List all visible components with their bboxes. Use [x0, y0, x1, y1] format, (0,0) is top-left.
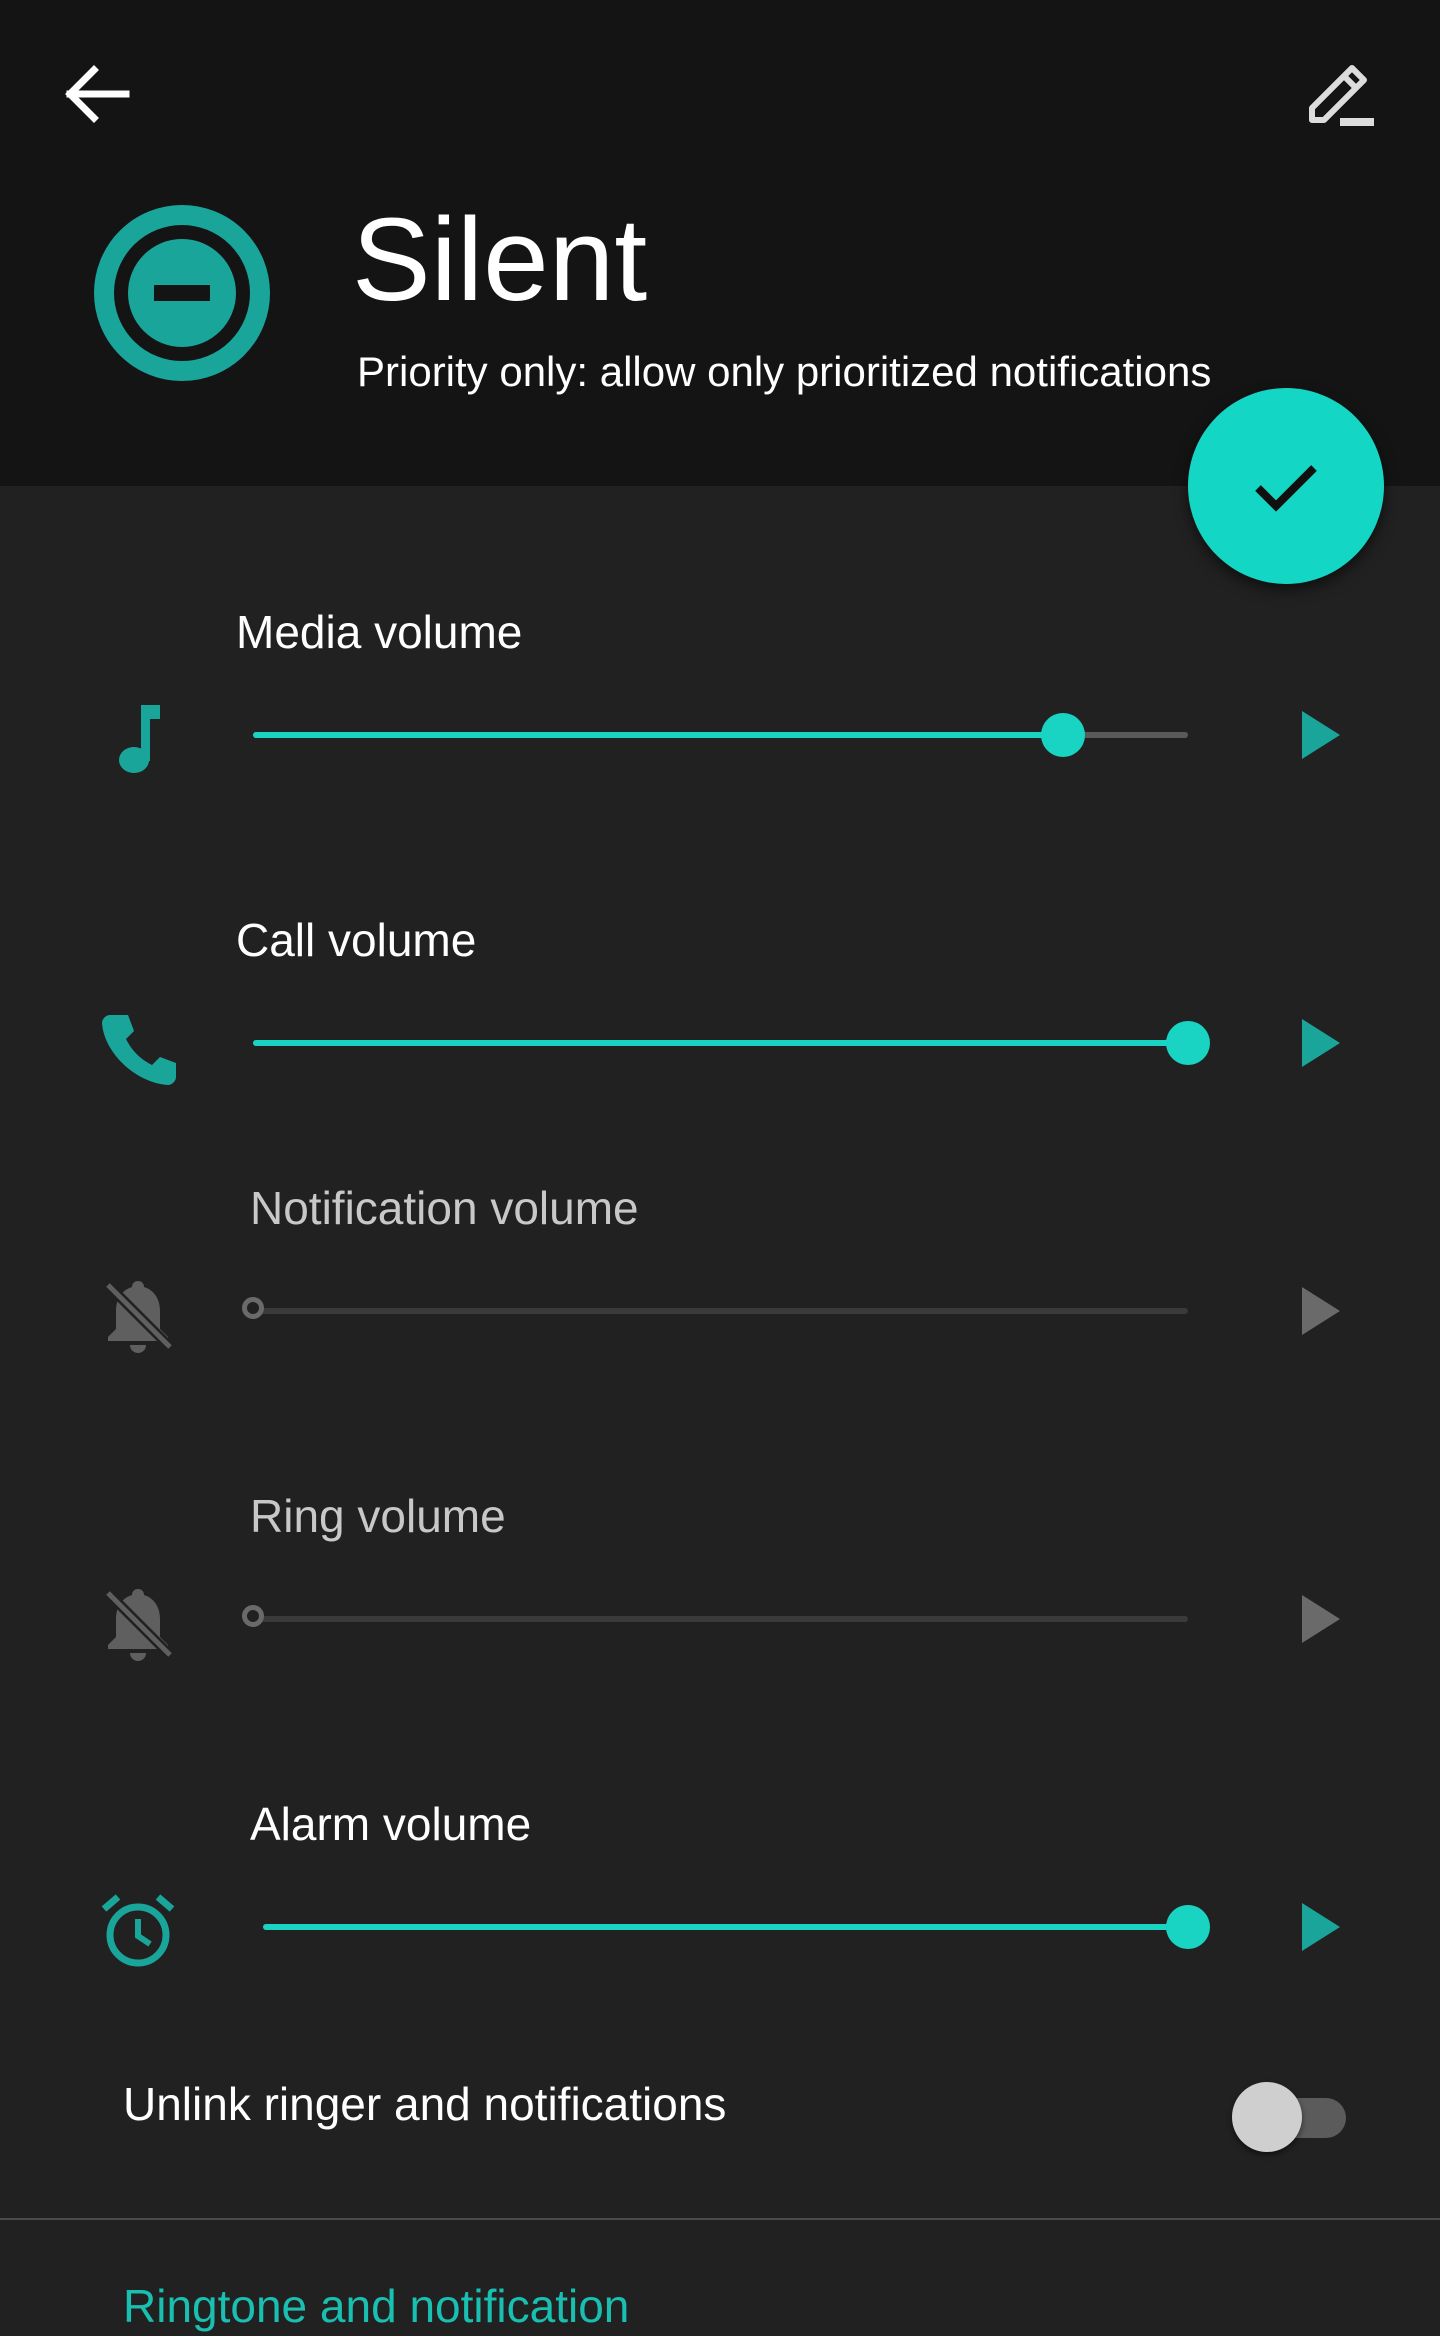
play-button[interactable]	[1290, 697, 1350, 773]
play-icon	[1302, 1595, 1340, 1643]
slider-thumb[interactable]	[1166, 1905, 1210, 1949]
edit-button[interactable]	[1300, 56, 1386, 136]
play-button[interactable]	[1290, 1273, 1350, 1349]
unlink-ringer-row[interactable]: Unlink ringer and notifications	[0, 2060, 1440, 2160]
volume-slider[interactable]	[263, 1905, 1210, 1949]
music-note-icon	[96, 697, 180, 781]
volume-row-alarm: Alarm volume	[0, 1794, 1440, 2014]
unlink-ringer-switch[interactable]	[1232, 2082, 1348, 2152]
alarm-icon	[96, 1889, 180, 1973]
volume-slider[interactable]	[242, 1297, 1188, 1319]
volume-label: Notification volume	[250, 1182, 639, 1234]
slider-fill	[263, 1924, 1188, 1930]
profile-subtitle: Priority only: allow only prioritized no…	[357, 348, 1212, 395]
profile-title: Silent	[352, 194, 648, 326]
switch-thumb	[1232, 2082, 1302, 2152]
unlink-ringer-label: Unlink ringer and notifications	[123, 2078, 727, 2130]
volume-label: Ring volume	[250, 1490, 506, 1542]
back-button[interactable]	[56, 54, 136, 134]
slider-fill	[253, 732, 1063, 738]
volume-label: Call volume	[236, 914, 477, 966]
slider-thumb[interactable]	[242, 1297, 264, 1319]
play-button[interactable]	[1290, 1005, 1350, 1081]
volume-label: Media volume	[236, 606, 523, 658]
play-icon	[1302, 1019, 1340, 1067]
play-icon	[1302, 711, 1340, 759]
notifications-off-icon	[96, 1581, 180, 1665]
slider-thumb[interactable]	[242, 1605, 264, 1627]
phone-icon	[96, 1005, 180, 1089]
volume-row-notification: Notification volume	[0, 1178, 1440, 1398]
volume-row-ring: Ring volume	[0, 1486, 1440, 1706]
play-button[interactable]	[1290, 1581, 1350, 1657]
arrow-back-icon	[65, 65, 130, 123]
volume-row-media: Media volume	[0, 602, 1440, 822]
play-icon	[1302, 1903, 1340, 1951]
slider-thumb[interactable]	[1166, 1021, 1210, 1065]
volume-slider[interactable]	[253, 1021, 1210, 1065]
volume-slider[interactable]	[242, 1605, 1188, 1627]
edit-pencil-icon	[1309, 65, 1374, 126]
volume-label: Alarm volume	[250, 1798, 532, 1850]
section-header-ringtone: Ringtone and notification	[123, 2280, 630, 2332]
notifications-off-icon	[96, 1273, 180, 1357]
divider	[0, 2218, 1440, 2220]
slider-thumb[interactable]	[1040, 713, 1085, 757]
check-icon	[1255, 465, 1317, 512]
do-not-disturb-icon	[92, 203, 272, 383]
play-icon	[1302, 1287, 1340, 1335]
slider-fill	[253, 1040, 1188, 1046]
volume-row-call: Call volume	[0, 910, 1440, 1130]
play-button[interactable]	[1290, 1889, 1350, 1965]
confirm-button[interactable]	[1188, 388, 1384, 584]
volume-slider[interactable]	[253, 713, 1188, 757]
